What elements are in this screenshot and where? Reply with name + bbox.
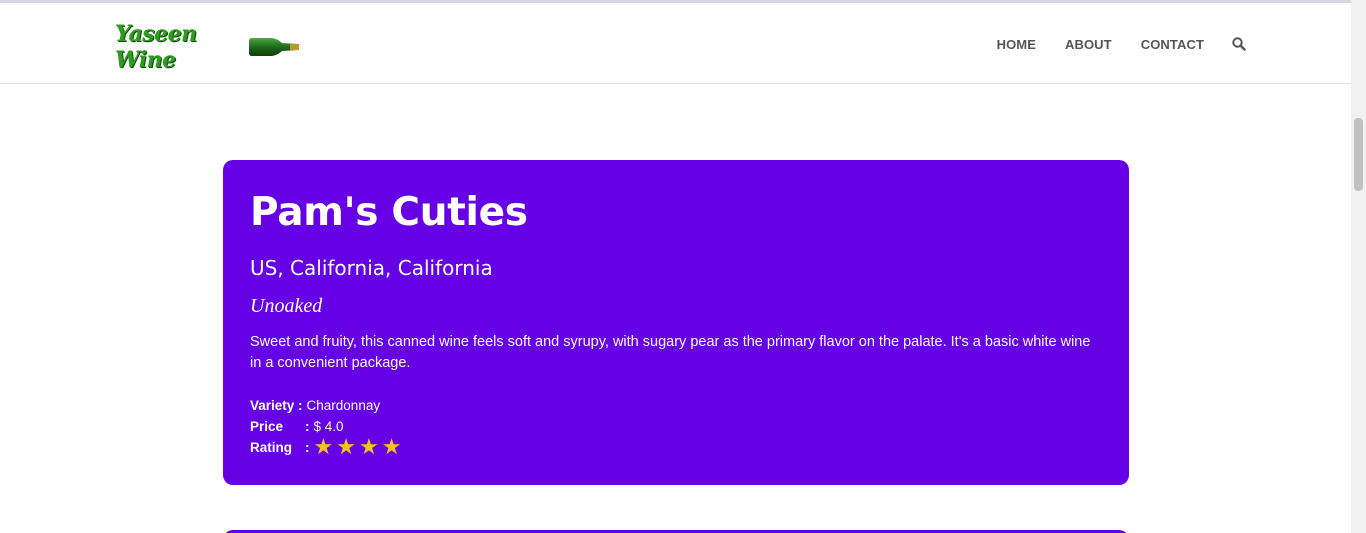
rating-separator: : (305, 440, 310, 455)
wine-description: Sweet and fruity, this canned wine feels… (250, 334, 1091, 371)
variety-row: Variety : Chardonnay (250, 395, 404, 416)
star-icon: ★ (336, 435, 356, 460)
nav-contact[interactable]: CONTACT (1141, 37, 1204, 52)
wine-bottle-icon (248, 37, 300, 57)
star-icon: ★ (313, 435, 334, 460)
navbar: Yaseen Wine HOME ABOUT CONTACT (0, 3, 1351, 84)
variety-label: Variety : (250, 398, 303, 413)
nav-about[interactable]: ABOUT (1065, 37, 1112, 52)
logo-text: Yaseen Wine (115, 21, 197, 73)
star-icon: ★ (358, 435, 379, 460)
scrollbar-thumb[interactable] (1354, 118, 1363, 191)
variety-value: Chardonnay (306, 398, 381, 413)
search-icon[interactable] (1232, 37, 1246, 51)
scrollbar[interactable] (1351, 0, 1366, 533)
wine-region: US, California, California (250, 256, 493, 280)
wine-designation: Unoaked (250, 295, 323, 317)
rating-stars: ★ ★ ★ ★ (313, 435, 405, 460)
rating-label: Rating (250, 440, 292, 455)
star-icon: ★ (381, 435, 402, 460)
page: Yaseen Wine HOME ABOUT CONTACT Pam's Cut… (0, 0, 1366, 533)
price-label: Price (250, 419, 284, 434)
price-row: Price : $ 4.0 (250, 416, 404, 437)
nav-home[interactable]: HOME (997, 37, 1036, 52)
price-separator: : (305, 419, 310, 434)
price-value: $ 4.0 (313, 419, 344, 434)
rating-row: Rating : ★ ★ ★ ★ (250, 435, 405, 460)
wine-meta: Variety : Chardonnay Price : $ 4.0 Ratin… (250, 395, 405, 460)
main-nav: HOME ABOUT CONTACT (968, 34, 1246, 54)
wine-card: Pam's Cuties US, California, California … (223, 160, 1129, 485)
wine-title: Pam's Cuties (250, 190, 528, 235)
site-logo[interactable]: Yaseen Wine (115, 21, 300, 73)
